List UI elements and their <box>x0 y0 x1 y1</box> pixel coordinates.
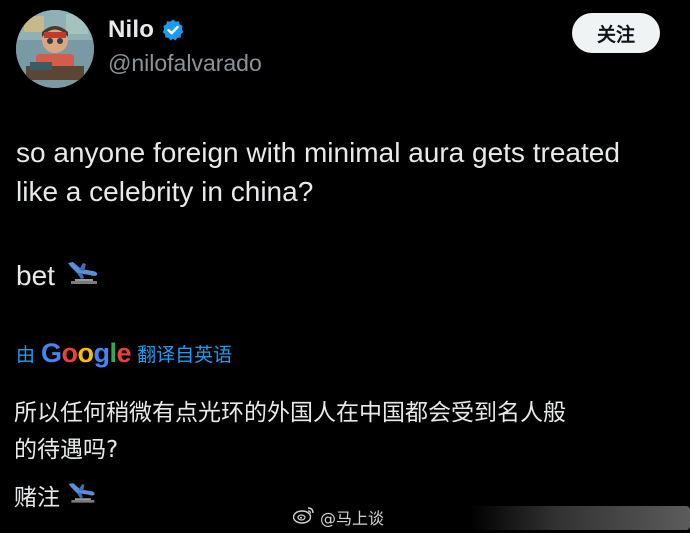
name-row: Nilo <box>108 16 185 44</box>
tweet-bet-line: bet <box>16 258 101 293</box>
weibo-logo-icon <box>292 506 315 528</box>
translate-suffix: 翻译自英语 <box>137 344 233 366</box>
translated-text: 所以任何稍微有点光环的外国人在中国都会受到名人般 的待遇吗? <box>14 395 679 469</box>
tweet-line: like a celebrity in china? <box>16 176 314 207</box>
user-handle[interactable]: @nilofalvarado <box>108 50 262 77</box>
tweet-line: bet <box>16 259 55 291</box>
verified-badge-icon <box>161 18 185 42</box>
translated-line: 的待遇吗? <box>14 437 119 463</box>
watermark-fade <box>470 506 690 530</box>
translated-bet-line: 赌注 <box>14 478 98 512</box>
tweet-body: so anyone foreign with minimal aura gets… <box>16 133 686 211</box>
avatar[interactable] <box>16 10 94 88</box>
display-name[interactable]: Nilo <box>108 16 154 44</box>
follow-button[interactable]: 关注 <box>572 13 660 53</box>
translation-attribution[interactable]: 由 Google 翻译自英语 <box>16 338 232 369</box>
weibo-watermark: @马上谈 <box>292 505 385 529</box>
watermark-text: @马上谈 <box>320 509 385 528</box>
translate-prefix: 由 <box>16 344 36 366</box>
tweet-card: Nilo @nilofalvarado 关注 so anyone foreign… <box>0 0 690 533</box>
airplane-landing-icon <box>66 479 98 511</box>
translated-line: 所以任何稍微有点光环的外国人在中国都会受到名人般 <box>14 400 566 426</box>
translated-line: 赌注 <box>14 485 60 511</box>
google-logo: Google <box>41 338 132 368</box>
tweet-line: so anyone foreign with minimal aura gets… <box>16 137 620 168</box>
airplane-landing-icon <box>65 258 101 293</box>
